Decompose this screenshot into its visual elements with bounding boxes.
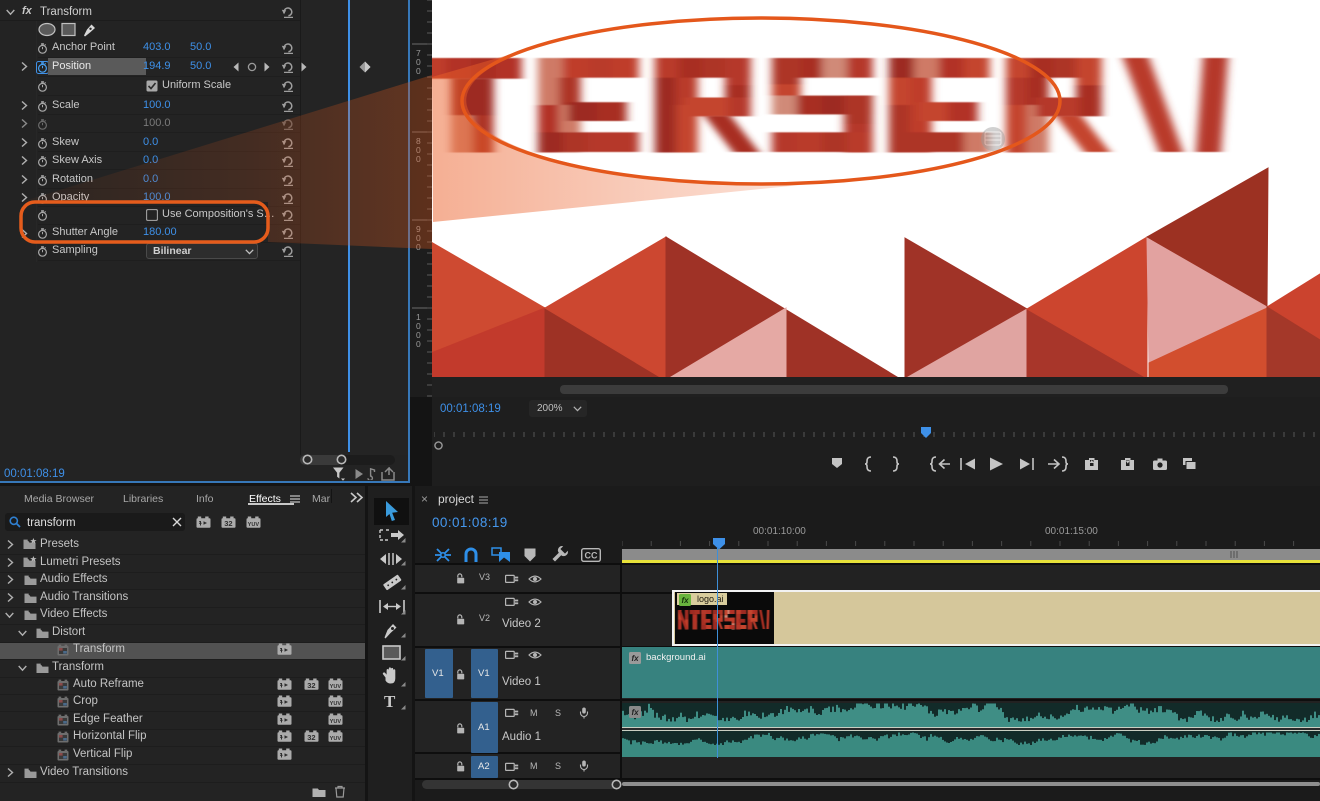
svg-text:32: 32 <box>307 681 315 690</box>
svg-text:fx: fx <box>631 708 639 717</box>
svg-text:0: 0 <box>416 339 421 349</box>
svg-text:32: 32 <box>224 519 232 528</box>
svg-text:YUV: YUV <box>330 719 342 725</box>
svg-text:YUV: YUV <box>330 736 342 742</box>
svg-text:YUV: YUV <box>248 522 260 528</box>
svg-text:fx: fx <box>681 596 689 605</box>
svg-text:YUV: YUV <box>330 684 342 690</box>
svg-text:0: 0 <box>416 242 421 252</box>
svg-text:0: 0 <box>416 154 421 164</box>
svg-text:fx: fx <box>631 654 639 663</box>
svg-text:CC: CC <box>585 551 598 561</box>
svg-text:32: 32 <box>307 733 315 742</box>
svg-text:0: 0 <box>416 66 421 76</box>
svg-text:YUV: YUV <box>330 701 342 707</box>
